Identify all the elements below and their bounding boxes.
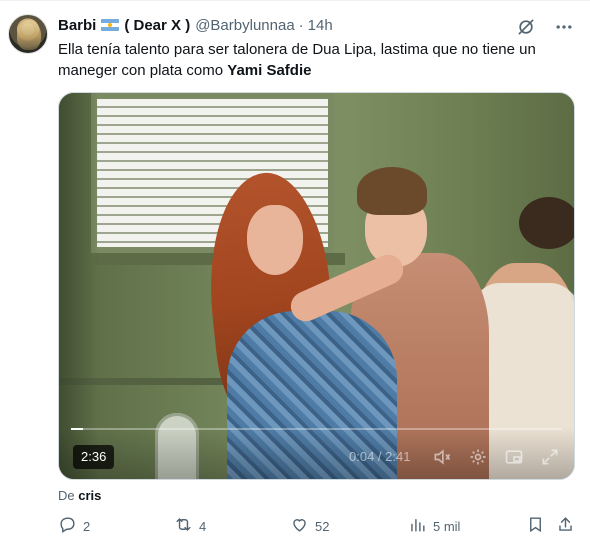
- video-control-icons: [432, 447, 560, 467]
- author-handle[interactable]: @Barbylunnaa: [195, 17, 294, 34]
- tweet-card[interactable]: Barbi ( Dear X ) @Barbylunnaa · 14h Ella…: [0, 0, 590, 546]
- reply-count: 2: [83, 518, 91, 534]
- picture-in-picture-icon[interactable]: [504, 447, 524, 467]
- tweet-top-icons: [516, 17, 574, 37]
- like-button[interactable]: 52: [290, 515, 329, 537]
- tweet-text-highlight: Yami Safdie: [227, 62, 312, 79]
- tweet-text: Ella tenía talento para ser talonera de …: [58, 39, 558, 81]
- argentina-flag-icon: [101, 19, 120, 31]
- video-player[interactable]: 2:36 0:04 / 2:41: [58, 92, 575, 480]
- video-duration-badge: 2:36: [73, 445, 115, 469]
- bookmark-button[interactable]: [526, 515, 545, 537]
- heart-icon: [290, 515, 309, 537]
- bookmark-icon: [526, 515, 545, 537]
- views-count: 5 mil: [433, 518, 461, 534]
- author-display-name[interactable]: Barbi: [58, 17, 96, 34]
- video-progress-bar[interactable]: [71, 428, 562, 430]
- video-frame: [59, 93, 574, 479]
- repost-count: 4: [199, 518, 207, 534]
- reply-icon: [58, 515, 77, 537]
- views-button[interactable]: 5 mil: [408, 515, 460, 537]
- repost-icon: [174, 515, 193, 537]
- tweet-header: Barbi ( Dear X ) @Barbylunnaa · 14h: [58, 15, 333, 35]
- tweet-actions: 2 4 52 5 mil: [58, 515, 578, 539]
- volume-icon[interactable]: [432, 447, 452, 467]
- settings-gear-icon[interactable]: [468, 447, 488, 467]
- video-progress-fill: [71, 428, 84, 430]
- separator-dot: ·: [298, 16, 304, 34]
- reply-button[interactable]: 2: [58, 515, 90, 537]
- views-bar-chart-icon: [408, 515, 427, 537]
- more-options-icon[interactable]: [554, 17, 574, 37]
- share-button[interactable]: [556, 515, 575, 537]
- from-prefix: De: [58, 488, 75, 503]
- from-source-name[interactable]: cris: [78, 488, 101, 503]
- video-source-attribution: De cris: [58, 488, 101, 503]
- tweet-time[interactable]: 14h: [308, 17, 333, 34]
- author-display-name-suffix[interactable]: ( Dear X ): [124, 17, 190, 34]
- share-icon: [556, 515, 575, 537]
- avatar[interactable]: [8, 14, 48, 54]
- grok-icon[interactable]: [516, 17, 536, 37]
- video-time-readout: 0:04 / 2:41: [349, 449, 411, 464]
- repost-button[interactable]: 4: [174, 515, 206, 537]
- like-count: 52: [315, 518, 330, 534]
- fullscreen-icon[interactable]: [540, 447, 560, 467]
